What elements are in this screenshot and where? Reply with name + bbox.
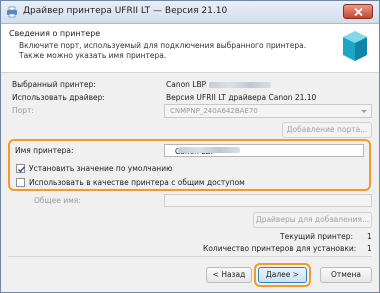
additional-drivers-button[interactable]: Драйверы для добавления... <box>253 212 372 228</box>
driver-label: Использовать драйвер: <box>12 93 105 102</box>
default-printer-label: Установить значение по умолчанию <box>29 164 173 173</box>
header-description: Включите порт, используемый для подключе… <box>19 41 307 60</box>
printer-app-icon <box>6 6 18 18</box>
selected-printer-text: Canon LBP <box>166 80 207 89</box>
redacted-name <box>178 147 240 153</box>
header-title: Сведения о принтере <box>9 29 101 38</box>
share-name-input[interactable] <box>164 194 372 207</box>
checkmark-icon <box>18 166 26 173</box>
redacted-model <box>209 82 272 88</box>
share-name-label: Общее имя: <box>34 196 81 205</box>
driver-value: Версия UFRII LT драйвера Canon 21.10 <box>166 93 317 102</box>
add-port-button[interactable]: Добавление порта... <box>282 122 372 138</box>
selected-printer-label: Выбранный принтер: <box>12 80 96 89</box>
printer-count-label: Количество принтеров для установки: <box>203 244 357 253</box>
default-printer-checkbox[interactable] <box>16 164 26 173</box>
chevron-down-icon <box>361 110 367 113</box>
port-select[interactable]: CNMPNP_240A642BAE70 <box>164 104 372 118</box>
current-printer-value: 1 <box>367 232 372 241</box>
port-select-value: CNMPNP_240A642BAE70 <box>170 107 258 115</box>
port-label: Порт: <box>12 106 34 115</box>
printer-name-input[interactable]: Canon LBP <box>164 144 364 157</box>
next-button[interactable]: Далее > <box>258 267 307 283</box>
printer-count-value: 1 <box>367 244 372 253</box>
installer-window: Драйвер принтера UFRII LT — Версия 21.10… <box>0 0 380 293</box>
footer-divider <box>8 256 372 257</box>
shared-printer-label: Использовать в качестве принтера с общим… <box>29 178 245 187</box>
shared-printer-checkbox[interactable] <box>16 178 25 187</box>
box-3d-icon <box>341 29 369 63</box>
close-icon <box>354 8 363 16</box>
window-title: Драйвер принтера UFRII LT — Версия 21.10 <box>23 6 228 16</box>
printer-name-label: Имя принтера: <box>15 146 74 155</box>
wizard-header: Сведения о принтере Включите порт, испол… <box>1 24 379 73</box>
cancel-button[interactable]: Отмена <box>320 267 372 283</box>
title-bar: Драйвер принтера UFRII LT — Версия 21.10 <box>1 1 379 24</box>
close-button[interactable] <box>343 4 373 19</box>
current-printer-label: Текущий принтер: <box>280 232 354 241</box>
back-button[interactable]: < Назад <box>206 267 252 283</box>
selected-printer-value: Canon LBP <box>166 80 272 89</box>
